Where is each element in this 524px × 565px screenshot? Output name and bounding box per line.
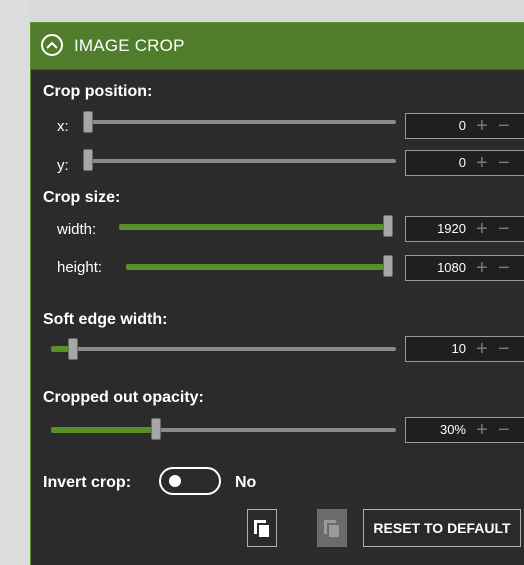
height-minus-icon[interactable]: −	[498, 258, 510, 278]
reset-to-default-button[interactable]: RESET TO DEFAULT	[363, 509, 521, 547]
width-stepper[interactable]: 1920 + −	[405, 216, 524, 242]
soft-edge-label: Soft edge width:	[43, 311, 168, 328]
y-slider-track[interactable]	[83, 159, 396, 163]
width-label: width:	[57, 221, 97, 238]
height-plus-icon[interactable]: +	[476, 258, 488, 278]
toggle-knob	[169, 475, 181, 487]
panel-header: IMAGE CROP	[31, 23, 524, 70]
invert-crop-label: Invert crop:	[43, 474, 132, 491]
opacity-minus-icon[interactable]: −	[498, 420, 510, 440]
width-slider-thumb[interactable]	[383, 215, 393, 237]
y-minus-icon[interactable]: −	[498, 153, 510, 173]
x-slider-thumb[interactable]	[83, 111, 93, 133]
height-slider-thumb[interactable]	[383, 255, 393, 277]
crop-size-label: Crop size:	[43, 189, 121, 206]
width-minus-icon[interactable]: −	[498, 219, 510, 239]
height-slider-fill[interactable]	[126, 264, 391, 270]
soft-edge-minus-icon[interactable]: −	[498, 339, 510, 359]
opacity-slider-track[interactable]	[153, 428, 396, 432]
panel-title: IMAGE CROP	[74, 36, 185, 55]
y-plus-icon[interactable]: +	[476, 153, 488, 173]
soft-edge-value[interactable]: 10	[452, 341, 466, 356]
soft-edge-plus-icon[interactable]: +	[476, 339, 488, 359]
x-minus-icon[interactable]: −	[498, 116, 510, 136]
x-slider-track[interactable]	[83, 120, 396, 124]
height-value[interactable]: 1080	[437, 260, 466, 275]
crop-position-label: Crop position:	[43, 83, 153, 100]
opacity-slider-fill[interactable]	[51, 427, 153, 433]
height-stepper[interactable]: 1080 + −	[405, 255, 524, 281]
image-crop-panel: IMAGE CROP Crop position: x: 0 + − y: 0 …	[30, 22, 524, 565]
invert-crop-toggle[interactable]	[159, 467, 221, 495]
opacity-slider-thumb[interactable]	[151, 418, 161, 440]
invert-crop-state: No	[235, 474, 257, 491]
y-value[interactable]: 0	[459, 155, 466, 170]
x-stepper[interactable]: 0 + −	[405, 113, 524, 139]
collapse-chevron-up-icon[interactable]	[41, 34, 63, 56]
soft-edge-slider-track[interactable]	[73, 347, 396, 351]
x-value[interactable]: 0	[459, 118, 466, 133]
copy-icon	[254, 520, 271, 539]
opacity-value[interactable]: 30%	[440, 422, 466, 437]
cropped-opacity-label: Cropped out opacity:	[43, 389, 204, 406]
soft-edge-slider-thumb[interactable]	[68, 338, 78, 360]
opacity-plus-icon[interactable]: +	[476, 420, 488, 440]
y-label: y:	[57, 157, 69, 174]
left-strip	[0, 0, 30, 565]
paste-icon	[324, 520, 341, 539]
x-plus-icon[interactable]: +	[476, 116, 488, 136]
y-stepper[interactable]: 0 + −	[405, 150, 524, 176]
width-slider-fill[interactable]	[119, 224, 389, 230]
opacity-stepper[interactable]: 30% + −	[405, 417, 524, 443]
soft-edge-stepper[interactable]: 10 + −	[405, 336, 524, 362]
height-label: height:	[57, 259, 103, 276]
paste-button[interactable]	[317, 509, 347, 547]
y-slider-thumb[interactable]	[83, 149, 93, 171]
copy-button[interactable]	[247, 509, 277, 547]
width-plus-icon[interactable]: +	[476, 219, 488, 239]
x-label: x:	[57, 118, 69, 135]
width-value[interactable]: 1920	[437, 221, 466, 236]
